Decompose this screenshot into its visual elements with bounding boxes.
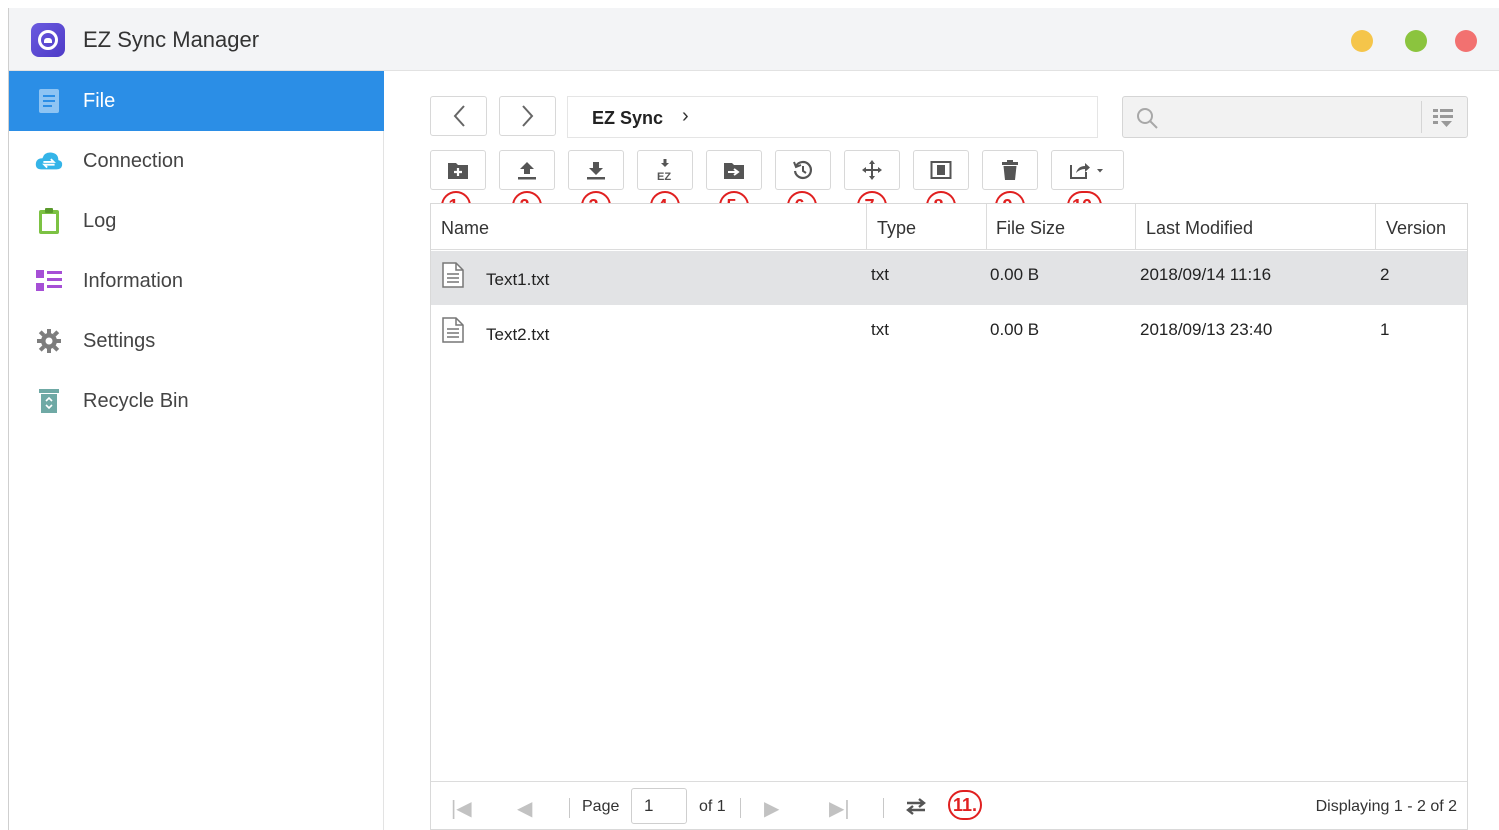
sidebar: File Connection Log Information Settings [9,71,384,830]
pager-divider [883,798,884,818]
chevron-right-icon[interactable]: › [682,105,689,128]
share-dropdown-button[interactable] [1051,150,1124,190]
file-type: txt [871,320,889,339]
sidebar-item-label: Settings [83,329,156,352]
column-divider[interactable] [1135,204,1136,250]
file-type: txt [871,265,889,284]
history-icon [793,160,813,180]
file-size: 0.00 B [990,320,1040,339]
maximize-button[interactable] [1405,30,1427,52]
move-to-folder-button[interactable] [706,150,762,190]
move-to-folder-icon [724,163,744,179]
sidebar-item-label: File [83,89,116,112]
next-page-icon[interactable]: ▶ [764,796,779,821]
sidebar-item-information[interactable]: Information [9,251,384,311]
previous-page-icon[interactable]: ◀ [517,796,532,821]
preview-icon [930,161,952,179]
column-header-version[interactable]: Version [1386,218,1446,239]
column-header-name[interactable]: Name [441,218,489,239]
column-header-file-size[interactable]: File Size [996,218,1065,239]
column-header-last-modified[interactable]: Last Modified [1146,218,1253,239]
recycle-bin-icon [35,387,63,415]
breadcrumb: EZ Sync › [567,96,1098,138]
file-size: 0.00 B [990,265,1040,284]
text-file-icon [442,262,464,288]
column-header-type[interactable]: Type [877,218,916,239]
search-input[interactable] [1167,106,1407,128]
file-doc-icon [35,87,63,115]
last-page-icon[interactable]: ▶| [829,796,850,821]
delete-button[interactable] [982,150,1038,190]
app-window: EZ Sync Manager File Connection Log Info… [8,8,1499,830]
download-icon [587,162,605,180]
sidebar-item-label: Log [83,209,117,232]
new-folder-button[interactable] [430,150,486,190]
back-button[interactable] [430,96,487,136]
svg-text:EZ: EZ [657,171,671,182]
gear-icon [35,327,63,355]
ez-download-icon: EZ [657,159,671,182]
page-label: Page [582,798,620,815]
page-count-label: of 1 [699,798,726,815]
sidebar-item-connection[interactable]: Connection [9,131,384,191]
sidebar-item-label: Information [83,269,184,292]
pagination-bar: |◀ ◀ Page of 1 ▶ ▶| 11. Displaying 1 - 2… [431,781,1467,829]
sidebar-item-label: Connection [83,149,185,172]
table-row[interactable]: Text2.txt txt 0.00 B 2018/09/13 23:40 1 [431,306,1467,360]
sidebar-item-recycle-bin[interactable]: Recycle Bin [9,371,384,431]
file-name: Text1.txt [486,270,550,289]
cloud-sync-icon [35,147,63,175]
file-modified: 2018/09/13 23:40 [1140,320,1273,339]
first-page-icon[interactable]: |◀ [451,796,472,821]
share-dropdown-icon [1069,163,1103,179]
search-box [1122,96,1468,138]
sidebar-item-file[interactable]: File [9,71,384,131]
text-file-icon [442,317,464,343]
trash-icon [1002,160,1018,180]
app-title: EZ Sync Manager [83,27,260,52]
upload-icon [518,162,536,180]
column-divider[interactable] [866,204,867,250]
chevron-left-icon [453,105,465,127]
column-divider[interactable] [1375,204,1376,250]
file-version: 1 [1380,320,1390,339]
column-divider[interactable] [986,204,987,250]
search-divider [1421,101,1422,133]
app-logo-icon [31,23,65,57]
new-folder-icon [448,163,468,179]
upload-button[interactable] [499,150,555,190]
title-bar: EZ Sync Manager [9,8,1499,71]
refresh-icon[interactable] [903,795,929,817]
file-version: 2 [1380,265,1390,284]
annotation-marker: 11. [948,790,983,820]
clipboard-log-icon [35,207,63,235]
ez-download-button[interactable]: EZ [637,150,693,190]
info-list-icon [35,267,63,295]
move-icon [862,160,882,180]
pager-divider [569,798,570,818]
close-button[interactable] [1455,30,1477,52]
file-table: Name Type File Size Last Modified Versio… [430,203,1468,830]
breadcrumb-item[interactable]: EZ Sync [592,108,663,129]
chevron-right-icon [521,105,533,127]
minimize-button[interactable] [1351,30,1373,52]
version-history-button[interactable] [775,150,831,190]
forward-button[interactable] [499,96,556,136]
sidebar-item-log[interactable]: Log [9,191,384,251]
page-number-input[interactable] [631,788,687,824]
main-panel: EZ Sync › EZ Name Type File Size Last Mo… [385,71,1499,830]
sidebar-item-label: Recycle Bin [83,389,189,412]
sidebar-item-settings[interactable]: Settings [9,311,384,371]
file-modified: 2018/09/14 11:16 [1140,265,1272,284]
display-count-text: Displaying 1 - 2 of 2 [1315,798,1457,815]
preview-button[interactable] [913,150,969,190]
move-button[interactable] [844,150,900,190]
download-button[interactable] [568,150,624,190]
search-options-icon[interactable] [1431,106,1457,130]
search-icon [1137,108,1158,129]
table-header: Name Type File Size Last Modified Versio… [431,204,1467,250]
table-row[interactable]: Text1.txt txt 0.00 B 2018/09/14 11:16 2 [431,251,1467,305]
file-name: Text2.txt [486,325,550,344]
pager-divider [740,798,741,818]
